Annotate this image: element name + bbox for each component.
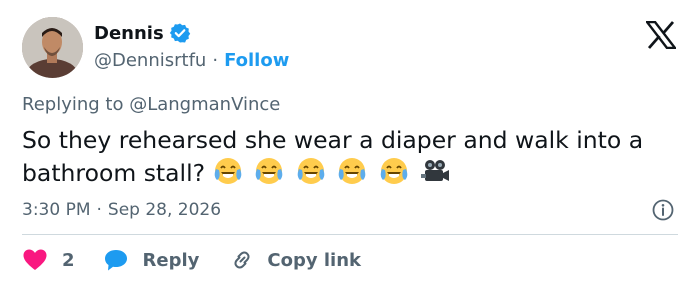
heart-icon: [23, 249, 47, 270]
copy-link-button[interactable]: Copy link: [229, 248, 361, 272]
meta-separator: ·: [96, 200, 102, 220]
avatar-image: [22, 17, 83, 78]
face-with-tears-of-joy-icon: [380, 158, 407, 184]
face-with-tears-of-joy-icon: [338, 158, 366, 184]
face-with-tears-of-joy-icon: [297, 158, 324, 184]
like-count: 2: [62, 249, 75, 271]
info-icon[interactable]: [651, 198, 675, 222]
x-logo-icon[interactable]: [646, 21, 676, 49]
link-icon: [234, 251, 250, 269]
handle-separator: ·: [212, 49, 219, 71]
movie-camera-icon: [420, 160, 449, 181]
reply-bubble-icon: [104, 250, 127, 271]
divider: [22, 234, 678, 235]
reply-context: Replying to @LangmanVince: [22, 94, 280, 115]
action-bar: 2 Reply Copy link: [22, 245, 361, 275]
face-with-tears-of-joy-icon: [214, 158, 241, 184]
author-display-name[interactable]: Dennis: [94, 23, 164, 44]
reply-label: Reply: [142, 249, 200, 271]
tweet-text: So they rehearsed she wear a diaper and …: [22, 126, 644, 187]
tweet-time[interactable]: 3:30 PM: [22, 200, 91, 220]
reply-button[interactable]: Reply: [103, 248, 200, 272]
copy-link-label: Copy link: [267, 249, 361, 271]
reply-context-prefix: Replying to: [22, 94, 124, 115]
like-button[interactable]: 2: [22, 248, 75, 272]
reply-context-mention[interactable]: @LangmanVince: [129, 94, 280, 115]
verified-badge-icon: [169, 23, 190, 43]
avatar[interactable]: [22, 17, 83, 78]
author-handle[interactable]: @Dennisrtfu: [94, 50, 206, 71]
follow-button[interactable]: Follow: [224, 50, 289, 71]
tweet-date[interactable]: Sep 28, 2026: [108, 200, 221, 220]
face-with-tears-of-joy-icon: [255, 158, 283, 184]
tweet-body: So they rehearsed she wear a diaper and …: [22, 124, 692, 189]
